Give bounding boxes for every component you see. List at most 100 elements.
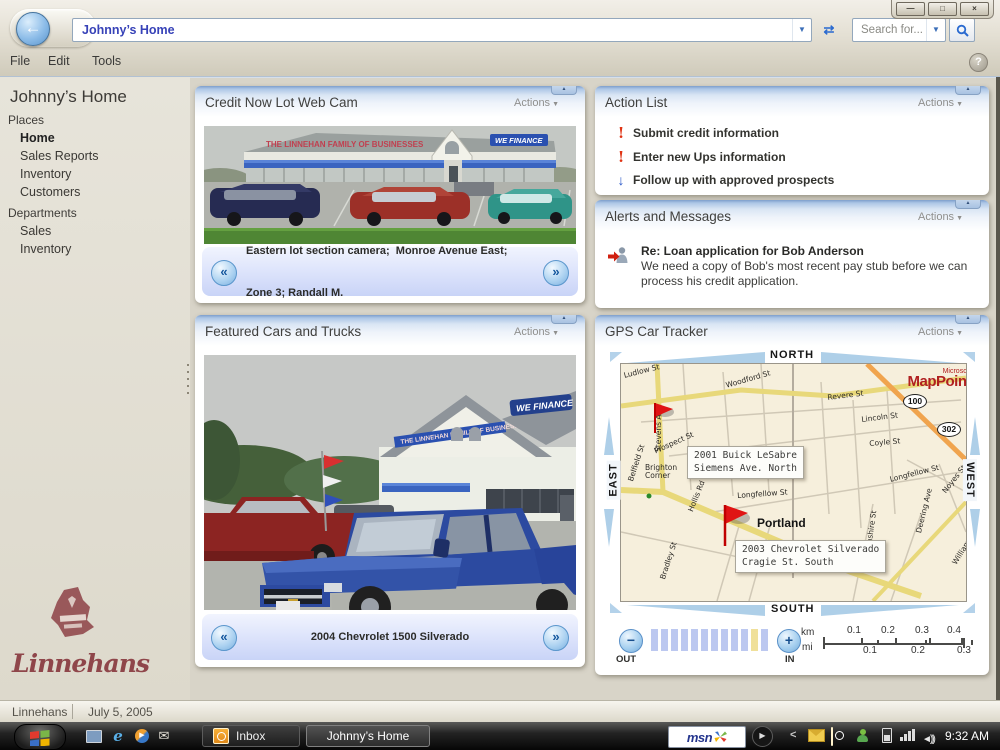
taskbar-button-johnnys-home[interactable]: Johnny’s Home (306, 725, 430, 747)
zoom-level-bar[interactable] (671, 629, 678, 651)
zoom-level-bar[interactable] (701, 629, 708, 651)
action-item-label: Enter new Ups information (633, 150, 786, 164)
help-button[interactable]: ? (969, 53, 988, 72)
start-button[interactable] (14, 724, 66, 750)
featured-previous-button[interactable]: « (211, 625, 237, 651)
page-title: Johnny’s Home (10, 87, 190, 107)
sidebar-item-inventory[interactable]: Inventory (20, 240, 190, 258)
webcam-next-button[interactable]: » (543, 260, 569, 286)
panel-webcam-title: Credit Now Lot Web Cam (205, 95, 358, 110)
show-desktop-icon[interactable] (84, 727, 104, 745)
application-window: ← Johnny’s Home ▼ ⇄ Search for... ▼ — □ … (0, 0, 1000, 750)
webcam-previous-button[interactable]: « (211, 260, 237, 286)
zoom-in-button[interactable]: + (777, 629, 801, 653)
search-button[interactable] (949, 18, 975, 42)
zoom-level-bar[interactable] (751, 629, 758, 651)
panel-gps-title: GPS Car Tracker (605, 324, 708, 339)
refresh-button[interactable]: ⇄ (816, 18, 842, 42)
back-arrow-icon: ← (25, 18, 42, 37)
alerts-actions-menu[interactable]: Actions▼ (918, 211, 963, 223)
zoom-level-bar[interactable] (711, 629, 718, 651)
scale-mi-value: 0.1 (863, 645, 877, 656)
scale-km-value: 0.2 (881, 625, 895, 636)
tray-signal-icon[interactable] (900, 729, 915, 741)
menu-file[interactable]: File (10, 54, 30, 68)
tray-chevron-icon[interactable]: < (790, 729, 796, 741)
compass-wing (970, 417, 980, 455)
search-input[interactable]: Search for... ▼ (852, 18, 946, 42)
zoom-level-bar[interactable] (691, 629, 698, 651)
tray-mail-icon[interactable] (808, 729, 825, 742)
featured-actions-menu[interactable]: Actions▼ (514, 326, 559, 338)
scale-tick (861, 638, 863, 643)
sidebar-item-inventory[interactable]: Inventory (20, 165, 190, 183)
scale-km-value: 0.1 (847, 625, 861, 636)
menu-tools[interactable]: Tools (92, 54, 121, 68)
action-items: !Submit credit information !Enter new Ups… (595, 124, 989, 188)
sidebar: Johnny’s Home PlacesHomeSales ReportsInv… (0, 77, 190, 700)
close-button[interactable]: × (960, 2, 989, 16)
alerts-collapse-button[interactable]: ▲ (955, 200, 981, 209)
compass-north-label: NORTH (770, 349, 814, 361)
zoom-level-bar[interactable] (731, 629, 738, 651)
taskbar-button-inbox[interactable]: Inbox (202, 725, 300, 747)
compass-east-label: EAST (607, 460, 621, 499)
caret-down-icon: ▼ (552, 101, 559, 108)
featured-next-button[interactable]: » (543, 625, 569, 651)
gps-actions-menu[interactable]: Actions▼ (918, 326, 963, 338)
zoom-level-bar[interactable] (721, 629, 728, 651)
action-list-collapse-button[interactable]: ▲ (955, 86, 981, 95)
zoom-level-bars[interactable] (651, 629, 768, 651)
taskbar-toolbar-button[interactable]: ▶ (752, 726, 773, 747)
maximize-button[interactable]: □ (928, 2, 957, 16)
gps-map[interactable]: Ludlow StStevens AveWoodford StRevere St… (620, 363, 967, 602)
splitter-handle[interactable] (185, 364, 190, 404)
internet-explorer-icon[interactable]: e (108, 727, 128, 745)
zoom-out-button[interactable]: − (619, 629, 643, 653)
featured-collapse-button[interactable]: ▲ (551, 315, 577, 324)
panel-featured-title: Featured Cars and Trucks (205, 324, 361, 339)
webcam-actions-menu[interactable]: Actions▼ (514, 97, 559, 109)
tray-battery-icon[interactable] (882, 728, 892, 743)
sidebar-item-sales[interactable]: Sales (20, 222, 190, 240)
gps-collapse-button[interactable]: ▲ (955, 315, 981, 324)
sidebar-item-sales-reports[interactable]: Sales Reports (20, 147, 190, 165)
panel-action-list-title: Action List (605, 95, 667, 110)
mail-launch-icon[interactable]: ✉ (154, 727, 174, 745)
tray-volume-icon[interactable]: ◄))) (922, 729, 934, 747)
action-list-actions-menu[interactable]: Actions▼ (918, 97, 963, 109)
action-item[interactable]: !Enter new Ups information (611, 148, 989, 166)
scale-km-value: 0.4 (947, 625, 961, 636)
zoom-level-bar[interactable] (681, 629, 688, 651)
media-player-icon[interactable]: ▶ (132, 727, 152, 745)
window-controls: — □ × (891, 0, 994, 19)
action-item[interactable]: !Submit credit information (611, 124, 989, 142)
map-scale: 0.10.20.30.40.10.20.3 (823, 628, 969, 656)
back-button[interactable]: ← (16, 12, 50, 46)
panel-featured: Featured Cars and Trucks Actions▼ ▲ THE … (195, 315, 585, 667)
zoom-level-bar[interactable] (651, 629, 658, 651)
panel-alerts-title: Alerts and Messages (605, 209, 731, 224)
minimize-button[interactable]: — (896, 2, 925, 16)
mappoint-logo: Microsoft MapPoint (908, 367, 968, 387)
compass-west-label: WEST (963, 459, 977, 501)
sidebar-item-home[interactable]: Home (20, 129, 190, 147)
compass-corner (963, 352, 975, 362)
search-dropdown-icon[interactable]: ▼ (926, 19, 945, 41)
sidebar-item-customers[interactable]: Customers (20, 183, 190, 201)
action-item[interactable]: ↓Follow up with approved prospects (611, 172, 989, 188)
zoom-level-bar[interactable] (661, 629, 668, 651)
menu-edit[interactable]: Edit (48, 54, 70, 68)
zoom-level-bar[interactable] (741, 629, 748, 651)
linnehans-logo: Linnehans (0, 587, 190, 678)
webcam-collapse-button[interactable]: ▲ (551, 86, 577, 95)
vehicle-flag-icon (649, 400, 675, 436)
tray-messenger-icon[interactable] (856, 729, 869, 742)
tray-clock-icon[interactable] (831, 728, 833, 746)
zoom-level-bar[interactable] (761, 629, 768, 651)
address-dropdown-icon[interactable]: ▼ (792, 19, 811, 41)
alert-body: We need a copy of Bob's most recent pay … (641, 259, 975, 289)
alert-message[interactable]: Re: Loan application for Bob Anderson We… (607, 244, 975, 289)
address-bar[interactable]: Johnny’s Home ▼ (72, 18, 812, 42)
msn-button[interactable]: msn (668, 726, 746, 748)
